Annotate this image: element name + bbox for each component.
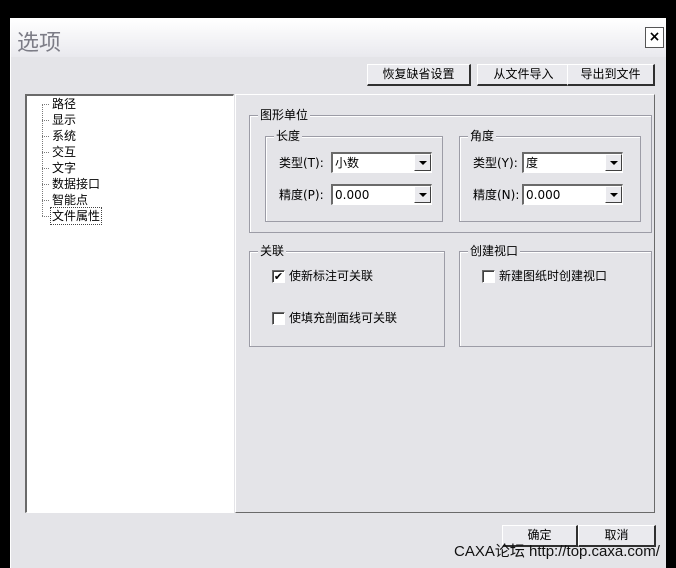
angle-group-title: 角度	[468, 128, 497, 144]
length-group-title: 长度	[274, 128, 303, 144]
angle-precision-label: 精度(N):	[473, 188, 520, 202]
units-group: 图形单位 长度 类型(T): 小数 精度(P): 0.000 角度 类型(Y):	[249, 107, 652, 233]
length-precision-value: 0.000	[335, 188, 370, 202]
dialog-title: 选项	[17, 31, 62, 56]
tree-item-path[interactable]: 路径	[42, 96, 162, 112]
category-tree[interactable]: 路径 显示 系统 交互 文字 数据接口 智能点 文件属性	[25, 94, 234, 513]
chevron-down-icon[interactable]	[605, 186, 622, 203]
tree-item-interaction[interactable]: 交互	[42, 144, 162, 160]
import-from-file-button[interactable]: 从文件导入	[477, 64, 571, 86]
tree-item-file-properties[interactable]: 文件属性	[42, 207, 162, 225]
tree-item-label: 数据接口	[52, 177, 101, 191]
create-viewport-label: 新建图纸时创建视口	[499, 269, 608, 283]
angle-precision-select[interactable]: 0.000	[522, 184, 623, 205]
length-type-label: 类型(T):	[279, 156, 324, 170]
restore-defaults-button[interactable]: 恢复缺省设置	[367, 64, 471, 86]
associate-hatch-label: 使填充剖面线可关联	[289, 311, 398, 325]
checkbox-box[interactable]: ✔	[272, 270, 285, 283]
tree-item-smart-point[interactable]: 智能点	[42, 192, 162, 208]
title-bar[interactable]: 选项 ×	[11, 19, 666, 57]
length-precision-label: 精度(P):	[279, 188, 324, 202]
check-icon: ✔	[273, 270, 284, 283]
tree-item-label: 智能点	[52, 193, 89, 207]
association-group-title: 关联	[258, 243, 287, 259]
forum-watermark: CAXA论坛 http://top.caxa.com/	[454, 543, 660, 560]
create-viewport-checkbox[interactable]: 新建图纸时创建视口	[482, 268, 642, 284]
tree-item-label: 文件属性	[49, 207, 103, 225]
angle-precision-value: 0.000	[526, 188, 561, 202]
length-precision-select[interactable]: 0.000	[331, 184, 432, 205]
associate-hatch-checkbox[interactable]: 使填充剖面线可关联	[272, 310, 442, 326]
checkbox-box[interactable]	[482, 270, 495, 283]
tree-item-label: 文字	[52, 161, 77, 175]
length-type-select[interactable]: 小数	[331, 152, 432, 173]
tree-item-label: 交互	[52, 145, 77, 159]
settings-panel: 图形单位 长度 类型(T): 小数 精度(P): 0.000 角度 类型(Y):	[235, 94, 655, 513]
tree-item-system[interactable]: 系统	[42, 128, 162, 144]
export-to-file-button[interactable]: 导出到文件	[567, 64, 655, 86]
tree-item-display[interactable]: 显示	[42, 112, 162, 128]
tree-item-text[interactable]: 文字	[42, 160, 162, 176]
chevron-down-icon[interactable]	[414, 186, 431, 203]
chevron-down-icon[interactable]	[414, 154, 431, 171]
tree-item-label: 显示	[52, 113, 77, 127]
angle-type-label: 类型(Y):	[473, 156, 518, 170]
options-dialog: 选项 × 恢复缺省设置 从文件导入 导出到文件 路径 显示 系统 交互 文字 数…	[10, 18, 666, 568]
angle-type-select[interactable]: 度	[522, 152, 623, 173]
checkbox-box[interactable]	[272, 312, 285, 325]
length-type-value: 小数	[335, 156, 360, 170]
viewport-group-title: 创建视口	[468, 243, 521, 259]
angle-type-value: 度	[526, 156, 539, 170]
length-group: 长度 类型(T): 小数 精度(P): 0.000	[265, 128, 443, 222]
tree-item-data-interface[interactable]: 数据接口	[42, 176, 162, 192]
tree-item-label: 系统	[52, 129, 77, 143]
tree-item-label: 路径	[52, 97, 77, 111]
chevron-down-icon[interactable]	[605, 154, 622, 171]
close-button[interactable]: ×	[645, 27, 664, 48]
viewport-group: 创建视口 新建图纸时创建视口	[459, 243, 652, 347]
angle-group: 角度 类型(Y): 度 精度(N): 0.000	[459, 128, 641, 222]
association-group: 关联 ✔ 使新标注可关联 使填充剖面线可关联	[249, 243, 445, 347]
close-icon: ×	[648, 29, 661, 45]
units-group-title: 图形单位	[258, 107, 311, 123]
associate-dimension-checkbox[interactable]: ✔ 使新标注可关联	[272, 268, 432, 284]
associate-dimension-label: 使新标注可关联	[289, 269, 374, 283]
